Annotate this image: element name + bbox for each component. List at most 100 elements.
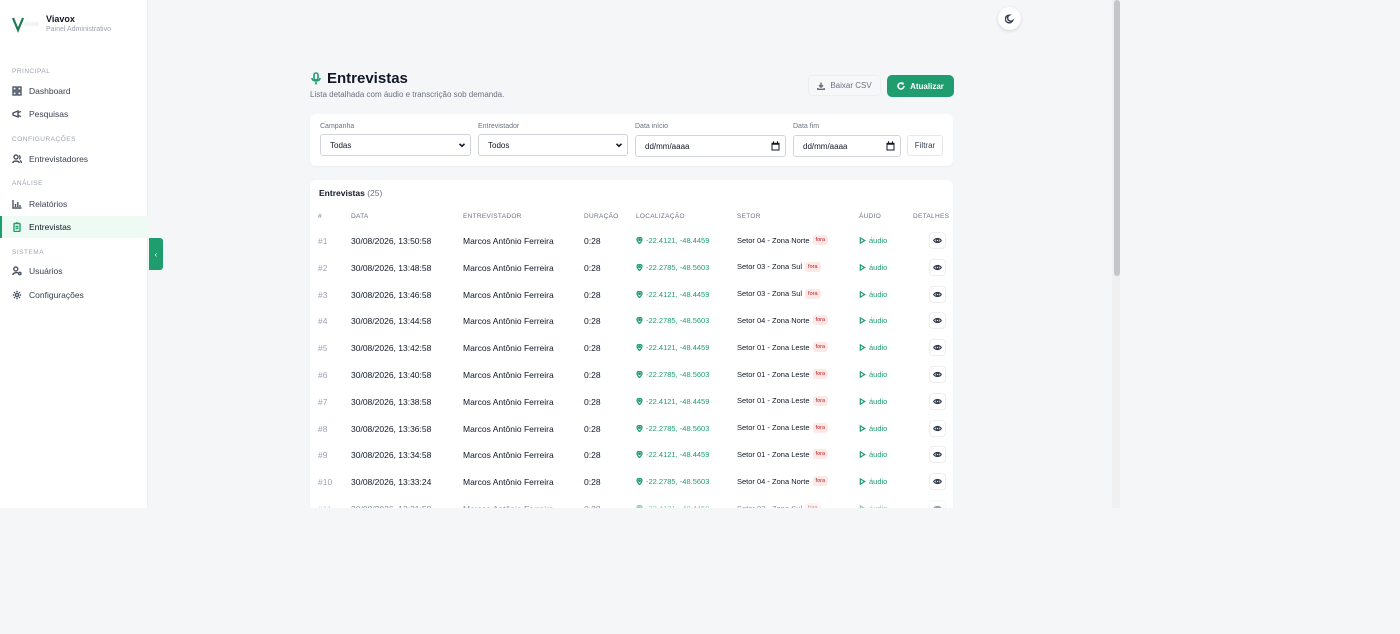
row-number: #2 <box>318 262 328 273</box>
row-details-button[interactable] <box>929 232 946 249</box>
map-pin-icon <box>636 237 643 244</box>
brand[interactable]: Viavox Painel Administrativo <box>12 14 111 33</box>
row-location: -22.2785, -48.5603 <box>646 423 710 433</box>
row-duration: 0:28 <box>584 396 601 407</box>
row-audio-button[interactable]: áudio <box>859 504 887 508</box>
eye-icon <box>933 505 942 508</box>
table-row[interactable]: #3 30/08/2026, 13:46:58 Marcos Antônio Fer… <box>310 281 953 308</box>
sidebar: Viavox Painel Administrativo PRINCIPAL D… <box>0 0 148 508</box>
data-inicio-input[interactable]: dd/mm/aaaa <box>635 135 786 157</box>
table-row[interactable]: #1 30/08/2026, 13:50:58 Marcos Antônio Fer… <box>310 227 953 254</box>
page-header: Entrevistas Lista detalhada com áudio e … <box>310 70 504 99</box>
table-row[interactable]: #8 30/08/2026, 13:36:58 Marcos Antônio Fer… <box>310 415 953 442</box>
row-location-link[interactable]: -22.4121, -48.4459 <box>636 450 709 459</box>
campanha-select[interactable]: Todas <box>320 134 471 156</box>
row-details-button[interactable] <box>929 392 946 410</box>
row-location-link[interactable]: -22.2785, -48.5603 <box>636 316 709 325</box>
table-row[interactable]: #4 30/08/2026, 13:44:58 Marcos Antônio Fer… <box>310 307 953 334</box>
row-details-button[interactable] <box>929 446 946 464</box>
row-audio-button[interactable]: áudio <box>859 397 887 406</box>
sidebar-item-relatorios[interactable]: Relatórios <box>0 193 148 215</box>
row-location-link[interactable]: -22.4121, -48.4459 <box>636 290 709 299</box>
column-header-entrevistador: ENTREVISTADOR <box>463 213 522 220</box>
sidebar-item-dashboard[interactable]: Dashboard <box>0 80 148 102</box>
row-interviewer: Marcos Antônio Ferreira <box>463 316 554 327</box>
map-pin-icon <box>636 478 643 486</box>
row-location-link[interactable]: -22.2785, -48.5603 <box>636 370 709 379</box>
brand-subtitle: Painel Administrativo <box>46 26 111 33</box>
sidebar-collapse-button[interactable]: ‹ <box>149 238 163 270</box>
row-location-link[interactable]: -22.4121, -48.4459 <box>636 504 709 508</box>
row-details-button[interactable] <box>929 419 946 437</box>
row-number: #7 <box>318 396 328 407</box>
row-details-button[interactable] <box>929 339 946 357</box>
row-audio-button[interactable]: áudio <box>859 316 887 325</box>
status-badge: fora <box>812 342 829 353</box>
eye-icon <box>933 264 942 270</box>
row-details-button[interactable] <box>929 312 946 330</box>
sidebar-item-entrevistas[interactable]: Entrevistas <box>0 216 148 238</box>
row-interviewer: Marcos Antônio Ferreira <box>463 423 554 434</box>
table-row[interactable]: #10 30/08/2026, 13:33:24 Marcos Antônio Fe… <box>310 468 953 495</box>
row-date: 30/08/2026, 13:34:58 <box>351 450 432 461</box>
sidebar-item-entrevistadores[interactable]: Entrevistadores <box>0 148 148 170</box>
gear-icon <box>12 290 22 300</box>
row-audio-button[interactable]: áudio <box>859 477 887 486</box>
sidebar-item-pesquisas[interactable]: Pesquisas <box>0 103 148 125</box>
sidebar-item-configuracoes[interactable]: Configurações <box>0 284 148 306</box>
entrevistador-value: Todos <box>488 140 510 150</box>
map-pin-icon <box>636 424 643 432</box>
entrevistador-select[interactable]: Todos <box>478 134 628 156</box>
row-sector: Setor 01 - Zona Leste fora <box>737 449 829 460</box>
status-badge: fora <box>812 395 829 406</box>
clipboard-icon <box>13 222 21 232</box>
map-pin-icon <box>636 290 643 298</box>
table-row[interactable]: #5 30/08/2026, 13:42:58 Marcos Antônio Fer… <box>310 334 953 361</box>
row-audio-label: áudio <box>869 343 888 353</box>
row-location-link[interactable]: -22.2785, -48.5603 <box>636 477 709 486</box>
table-row[interactable]: #9 30/08/2026, 13:34:58 Marcos Antônio Fer… <box>310 441 953 468</box>
row-date: 30/08/2026, 13:31:58 <box>351 504 431 508</box>
row-location: -22.4121, -48.4459 <box>646 504 709 508</box>
row-location-link[interactable]: -22.4121, -48.4459 <box>636 343 709 352</box>
row-audio-button[interactable]: áudio <box>859 424 887 433</box>
filter-button[interactable]: Filtrar <box>907 135 943 156</box>
row-details-button[interactable] <box>929 366 946 383</box>
row-location-link[interactable]: -22.2785, -48.5603 <box>636 424 709 433</box>
row-audio-label: áudio <box>869 236 888 245</box>
row-audio-button[interactable]: áudio <box>859 450 887 459</box>
row-details-button[interactable] <box>929 473 946 491</box>
row-details-button[interactable] <box>929 285 946 303</box>
table-row[interactable]: #2 30/08/2026, 13:48:58 Marcos Antônio Fer… <box>310 254 953 281</box>
status-badge: fora <box>812 422 829 433</box>
row-details-button[interactable] <box>929 258 946 276</box>
refresh-button[interactable]: Atualizar <box>887 75 954 97</box>
sidebar-item-label: Dashboard <box>29 86 71 96</box>
row-duration: 0:28 <box>584 316 601 327</box>
scrollbar-thumb[interactable] <box>1114 0 1120 276</box>
row-date: 30/08/2026, 13:48:58 <box>351 262 432 273</box>
table-row[interactable]: #6 30/08/2026, 13:40:58 Marcos Antônio Fer… <box>310 361 953 388</box>
row-audio-button[interactable]: áudio <box>859 370 887 379</box>
data-fim-input[interactable]: dd/mm/aaaa <box>793 135 901 157</box>
row-audio-button[interactable]: áudio <box>859 236 887 245</box>
row-interviewer: Marcos Antônio Ferreira <box>463 370 554 380</box>
row-sector-text: Setor 01 - Zona Leste <box>737 369 810 379</box>
browser-viewport: Viavox Painel Administrativo PRINCIPAL D… <box>0 0 1120 508</box>
row-audio-button[interactable]: áudio <box>859 343 887 352</box>
table-row[interactable]: #7 30/08/2026, 13:38:58 Marcos Antônio Fer… <box>310 388 953 415</box>
table-row[interactable]: #11 30/08/2026, 13:31:58 Marcos Antônio Fe… <box>310 495 953 508</box>
sidebar-item-usuarios[interactable]: Usuários <box>0 260 148 282</box>
grid-icon <box>12 86 22 96</box>
row-location-link[interactable]: -22.4121, -48.4459 <box>636 236 709 245</box>
eye-icon <box>933 479 942 485</box>
row-audio-button[interactable]: áudio <box>859 263 887 272</box>
theme-toggle-button[interactable] <box>998 7 1021 30</box>
download-csv-button[interactable]: Baixar CSV <box>808 75 881 96</box>
row-location-link[interactable]: -22.4121, -48.4459 <box>636 397 709 406</box>
row-interviewer: Marcos Antônio Ferreira <box>463 262 554 273</box>
row-audio-button[interactable]: áudio <box>859 290 887 299</box>
row-location-link[interactable]: -22.2785, -48.5603 <box>636 263 709 272</box>
row-details-button[interactable] <box>929 500 946 508</box>
row-audio-label: áudio <box>869 289 888 299</box>
